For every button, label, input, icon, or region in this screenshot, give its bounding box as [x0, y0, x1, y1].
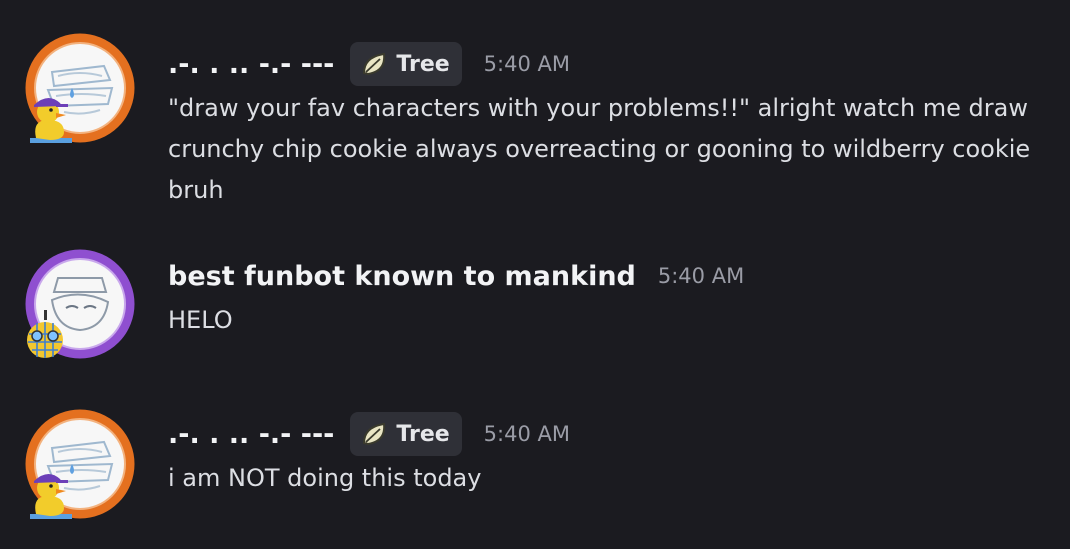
- message: best funbot known to mankind 5:40 AM HEL…: [0, 246, 1070, 366]
- message: .-. . .. -.- --- Tree 5:40 AM i am NOT d…: [0, 404, 1070, 534]
- message-text: i am NOT doing this today: [168, 464, 482, 492]
- message-header: .-. . .. -.- --- Tree 5:40 AM: [168, 40, 1050, 88]
- timestamp[interactable]: 5:40 AM: [484, 52, 570, 76]
- message-header: best funbot known to mankind 5:40 AM: [168, 252, 1050, 300]
- leaf-icon: [363, 52, 386, 76]
- disco-ball-icon: [27, 310, 63, 358]
- username[interactable]: .-. . .. -.- ---: [168, 419, 334, 450]
- server-tag[interactable]: Tree: [350, 412, 462, 456]
- avatar[interactable]: [24, 408, 136, 520]
- message: .-. . .. -.- --- Tree 5:40 AM "draw your…: [0, 28, 1070, 208]
- avatar[interactable]: [24, 32, 136, 144]
- duck-icon: [30, 473, 72, 519]
- tag-label: Tree: [396, 421, 450, 447]
- timestamp[interactable]: 5:40 AM: [484, 422, 570, 446]
- leaf-icon: [363, 422, 386, 446]
- server-tag[interactable]: Tree: [350, 42, 462, 86]
- username[interactable]: best funbot known to mankind: [168, 261, 636, 292]
- duck-icon: [30, 97, 72, 143]
- message-text: HELO: [168, 306, 233, 334]
- username[interactable]: .-. . .. -.- ---: [168, 49, 334, 80]
- message-text: "draw your fav characters with your prob…: [168, 94, 1031, 204]
- timestamp[interactable]: 5:40 AM: [658, 264, 744, 288]
- chat-messages: .-. . .. -.- --- Tree 5:40 AM "draw your…: [0, 0, 1070, 549]
- tag-label: Tree: [396, 51, 450, 77]
- message-header: .-. . .. -.- --- Tree 5:40 AM: [168, 410, 1050, 458]
- avatar[interactable]: [24, 248, 136, 360]
